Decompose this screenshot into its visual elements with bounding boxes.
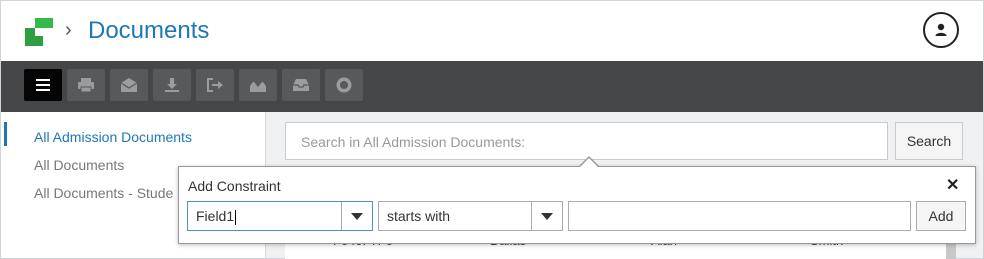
popup-title: Add Constraint <box>188 178 281 194</box>
popup-pointer-fill <box>579 158 599 168</box>
download-button[interactable] <box>153 69 191 101</box>
field-select-value: Field1 <box>196 208 235 224</box>
import-icon <box>250 77 266 92</box>
sidebar-item-all-documents[interactable]: All Documents <box>34 157 124 173</box>
close-icon[interactable]: ✕ <box>946 175 959 195</box>
export-icon <box>207 78 223 92</box>
header: › Documents <box>1 1 983 61</box>
toolbar <box>1 61 983 112</box>
import-button[interactable] <box>239 69 277 101</box>
search-input[interactable]: Search in All Admission Documents: <box>285 122 888 160</box>
sidebar-item-all-documents-student[interactable]: All Documents - Stude <box>34 185 173 201</box>
chevron-down-icon <box>541 212 553 220</box>
print-icon <box>78 78 94 93</box>
email-button[interactable] <box>110 69 148 101</box>
menu-button[interactable] <box>24 69 62 101</box>
add-constraint-button[interactable]: Add <box>916 201 966 231</box>
operator-dropdown-toggle[interactable] <box>531 202 562 230</box>
export-button[interactable] <box>196 69 234 101</box>
user-avatar[interactable] <box>923 12 959 48</box>
inbox-button[interactable] <box>282 69 320 101</box>
user-icon <box>935 23 947 36</box>
text-cursor <box>235 209 237 225</box>
email-icon <box>120 78 138 92</box>
search-button[interactable]: Search <box>895 122 963 160</box>
breadcrumb-separator-icon: › <box>65 19 72 41</box>
inbox-icon <box>293 79 309 91</box>
record-button[interactable] <box>325 69 363 101</box>
operator-select-value: starts with <box>387 208 451 224</box>
brand-logo[interactable] <box>23 16 55 48</box>
record-icon <box>336 77 352 93</box>
search-placeholder: Search in All Admission Documents: <box>301 134 526 150</box>
menu-icon <box>36 79 50 91</box>
print-button[interactable] <box>67 69 105 101</box>
chevron-down-icon <box>351 212 363 220</box>
sidebar-active-indicator <box>4 122 7 146</box>
constraint-value-input[interactable] <box>568 201 911 231</box>
operator-select[interactable]: starts with <box>378 201 563 231</box>
sidebar-item-all-admission-documents[interactable]: All Admission Documents <box>34 129 192 145</box>
field-dropdown-toggle[interactable] <box>341 202 372 230</box>
field-select[interactable]: Field1 <box>187 201 373 231</box>
page-title: Documents <box>88 17 210 44</box>
download-icon <box>165 78 179 92</box>
